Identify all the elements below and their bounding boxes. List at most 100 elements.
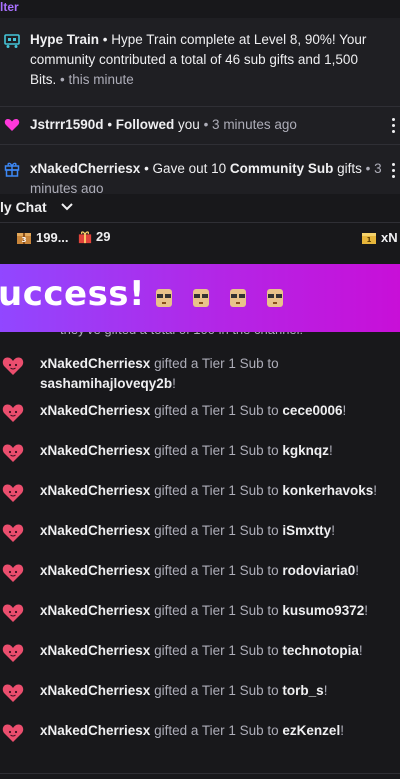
chat-message-body: gifted a Tier 1 Sub to <box>150 356 279 371</box>
sub-heart-icon <box>2 524 24 542</box>
divider <box>0 106 400 107</box>
chat-title[interactable]: ly Chat <box>0 199 47 215</box>
chat-message-text: xNakedCherriesx gifted a Tier 1 Sub to i… <box>40 521 390 541</box>
chat-message-end: ! <box>323 683 328 698</box>
chat-message-text: xNakedCherriesx gifted a Tier 1 Sub to s… <box>40 354 390 394</box>
leaderboard-entry[interactable]: 29 <box>78 229 110 244</box>
chat-message-end: ! <box>355 563 359 578</box>
chat-message-end: ! <box>331 523 335 538</box>
chat-username[interactable]: xNakedCherriesx <box>40 523 150 538</box>
gift-recipient[interactable]: rodoviaria0 <box>282 563 355 578</box>
pog-emote-icon <box>156 289 172 307</box>
leaderboard-count: 199... <box>36 229 69 245</box>
chat-message-body: gifted a Tier 1 Sub to <box>150 483 283 498</box>
pog-emote-icon <box>230 289 246 307</box>
filter-label[interactable]: lter <box>0 0 19 14</box>
gift-recipient[interactable]: sashamihajloveqy2b <box>40 376 172 391</box>
activity-item-follow[interactable]: Jstrrr1590d • Followed you • 3 minutes a… <box>0 115 400 137</box>
sub-heart-icon <box>2 357 24 375</box>
chat-username[interactable]: xNakedCherriesx <box>40 403 150 418</box>
chat-message-end: ! <box>328 443 333 458</box>
chat-message-body: gifted a Tier 1 Sub to <box>150 723 283 738</box>
chat-message[interactable]: xNakedCherriesx gifted a Tier 1 Sub to s… <box>0 354 400 394</box>
chat-message[interactable]: xNakedCherriesx gifted a Tier 1 Sub to r… <box>0 561 400 582</box>
gold-gift-icon: 1 <box>362 233 376 244</box>
chat-message-body: gifted a Tier 1 Sub to <box>150 403 283 418</box>
chat-message[interactable]: xNakedCherriesx gifted a Tier 1 Sub to i… <box>0 521 400 542</box>
activity-text: Jstrrr1590d • Followed you • 3 minutes a… <box>30 115 382 135</box>
more-options-icon[interactable] <box>392 118 396 134</box>
activity-action: Followed <box>115 117 175 132</box>
chat-message-text: xNakedCherriesx gifted a Tier 1 Sub to r… <box>40 561 390 581</box>
heart-follow-icon <box>4 118 20 131</box>
chat-message[interactable]: xNakedCherriesx gifted a Tier 1 Sub to k… <box>0 441 400 462</box>
leaderboard-entry[interactable]: 1 xN <box>361 229 398 245</box>
gift-recipient[interactable]: ezKenzel <box>282 723 340 738</box>
chat-message[interactable]: xNakedCherriesx gifted a Tier 1 Sub to k… <box>0 481 400 502</box>
activity-actor[interactable]: xNakedCherriesx <box>30 161 140 176</box>
leaderboard-user: xN <box>381 229 398 245</box>
gift-recipient[interactable]: torb_s <box>282 683 323 698</box>
chat-username[interactable]: xNakedCherriesx <box>40 563 150 578</box>
chat-username[interactable]: xNakedCherriesx <box>40 643 150 658</box>
chat-message-end: ! <box>373 483 377 498</box>
chat-message-text: xNakedCherriesx gifted a Tier 1 Sub to t… <box>40 681 390 701</box>
chat-message[interactable]: xNakedCherriesx gifted a Tier 1 Sub to e… <box>0 721 400 742</box>
chevron-down-icon[interactable] <box>60 202 74 212</box>
chat-message-end: ! <box>340 723 344 738</box>
chat-message-body: gifted a Tier 1 Sub to <box>150 683 283 698</box>
chat-message-body: gifted a Tier 1 Sub to <box>150 563 283 578</box>
gift-recipient[interactable]: technotopia <box>282 643 359 658</box>
chat-message-text: xNakedCherriesx gifted a Tier 1 Sub to e… <box>40 721 390 741</box>
chat-username[interactable]: xNakedCherriesx <box>40 723 150 738</box>
chat-message-text: xNakedCherriesx gifted a Tier 1 Sub to k… <box>40 481 390 501</box>
activity-text: xNakedCherriesx • Gave out 10 Community … <box>30 159 382 193</box>
chat-header: ly Chat <box>0 194 400 223</box>
activity-actor[interactable]: Jstrrr1590d <box>30 117 104 132</box>
gift-recipient[interactable]: kgknqz <box>282 443 329 458</box>
activity-item-hype-train[interactable]: Hype Train • Hype Train complete at Leve… <box>0 30 400 108</box>
chat-message-body: gifted a Tier 1 Sub to <box>150 643 283 658</box>
gift-recipient[interactable]: konkerhavoks <box>282 483 373 498</box>
activity-item-gift[interactable]: xNakedCherriesx • Gave out 10 Community … <box>0 159 400 193</box>
svg-text:1: 1 <box>367 236 372 244</box>
chat-message[interactable]: xNakedCherriesx gifted a Tier 1 Sub to c… <box>0 401 400 422</box>
divider <box>0 144 400 145</box>
hype-train-icon <box>4 34 20 48</box>
chat-message-body: gifted a Tier 1 Sub to <box>150 443 283 458</box>
leaderboard-entry[interactable]: 3 199... <box>16 229 69 245</box>
pog-emote-icon <box>193 289 209 307</box>
chat-username[interactable]: xNakedCherriesx <box>40 443 150 458</box>
sub-heart-icon <box>2 644 24 662</box>
gift-box-icon: 3 <box>17 233 31 244</box>
activity-actor[interactable]: Hype Train <box>30 32 99 47</box>
chat-message-text: xNakedCherriesx gifted a Tier 1 Sub to k… <box>40 441 390 461</box>
gift-recipient[interactable]: cece0006 <box>282 403 342 418</box>
chat-message[interactable]: xNakedCherriesx gifted a Tier 1 Sub to t… <box>0 641 400 662</box>
sub-heart-icon <box>2 684 24 702</box>
sub-heart-icon <box>2 484 24 502</box>
sub-heart-icon <box>2 564 24 582</box>
hype-success-banner: uccess! <box>0 264 400 332</box>
chat-message-text: xNakedCherriesx gifted a Tier 1 Sub to k… <box>40 601 390 621</box>
chat-username[interactable]: xNakedCherriesx <box>40 683 150 698</box>
chat-username[interactable]: xNakedCherriesx <box>40 356 150 371</box>
more-options-icon[interactable] <box>392 163 396 179</box>
chat-username[interactable]: xNakedCherriesx <box>40 483 150 498</box>
activity-action: Community Sub <box>229 161 334 176</box>
activity-message-end: gifts <box>333 161 362 176</box>
gift-recipient[interactable]: iSmxtty <box>282 523 331 538</box>
chat-message-body: gifted a Tier 1 Sub to <box>150 523 283 538</box>
gift-recipient[interactable]: kusumo9372 <box>282 603 364 618</box>
activity-time: • 3 minutes ago <box>199 117 297 132</box>
red-gift-icon <box>78 230 92 243</box>
sub-heart-icon <box>2 404 24 422</box>
gift-leaderboard: 3 199... 29 1 xN <box>0 223 400 255</box>
chat-message-end: ! <box>172 376 176 391</box>
chat-message[interactable]: xNakedCherriesx gifted a Tier 1 Sub to t… <box>0 681 400 702</box>
gift-icon <box>4 162 20 177</box>
chat-message[interactable]: xNakedCherriesx gifted a Tier 1 Sub to k… <box>0 601 400 622</box>
chat-message-text: xNakedCherriesx gifted a Tier 1 Sub to t… <box>40 641 390 661</box>
chat-username[interactable]: xNakedCherriesx <box>40 603 150 618</box>
sub-heart-icon <box>2 724 24 742</box>
